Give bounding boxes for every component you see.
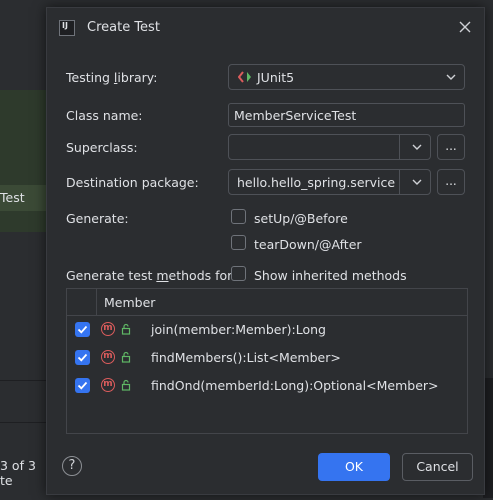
- method-name: join(member:Member):Long: [151, 322, 326, 337]
- ide-footer: 3 of 3 te: [0, 458, 46, 498]
- table-row[interactable]: m findMembers():List<Member>: [67, 344, 467, 372]
- member-column-header[interactable]: Member: [104, 295, 155, 310]
- testing-library-label: Testing library:: [66, 70, 158, 85]
- chevron-down-icon[interactable]: [412, 142, 422, 152]
- ide-divider: [0, 422, 46, 423]
- help-button[interactable]: ?: [62, 456, 82, 476]
- method-name: findMembers():List<Member>: [151, 350, 341, 365]
- table-header: Member: [67, 289, 467, 316]
- method-name: findOnd(memberId:Long):Optional<Member>: [151, 378, 439, 393]
- destination-package-label: Destination package:: [66, 175, 199, 190]
- testing-library-select[interactable]: JUnit5: [228, 64, 465, 90]
- public-access-icon: [121, 379, 131, 391]
- public-access-icon: [121, 323, 131, 335]
- teardown-checkbox[interactable]: [231, 235, 246, 250]
- chevron-down-icon: [446, 74, 456, 80]
- combo-separator: [399, 170, 400, 194]
- table-row[interactable]: m findOnd(memberId:Long):Optional<Member…: [67, 372, 467, 400]
- class-name-label: Class name:: [66, 108, 143, 123]
- method-checkbox-checked[interactable]: [75, 350, 90, 365]
- method-icon: m: [101, 378, 115, 392]
- superclass-combo[interactable]: [228, 134, 431, 160]
- column-separator: [96, 289, 97, 315]
- generate-methods-label: Generate test methods for:: [66, 268, 237, 283]
- ide-test-count: 3 of 3 te: [0, 458, 36, 488]
- destination-package-combo[interactable]: hello.hello_spring.service: [228, 169, 431, 195]
- method-checkbox-checked[interactable]: [75, 378, 90, 393]
- class-name-value: MemberServiceTest: [234, 108, 357, 123]
- chevron-down-icon[interactable]: [412, 177, 422, 187]
- generate-label: Generate:: [66, 211, 129, 226]
- ok-button[interactable]: OK: [318, 453, 390, 481]
- setup-checkbox-label: setUp/@Before: [254, 211, 348, 226]
- intellij-icon: [59, 20, 75, 36]
- ide-tree-row-label: Test: [0, 190, 25, 205]
- teardown-checkbox-label: tearDown/@After: [254, 237, 362, 252]
- testing-library-value: JUnit5: [257, 70, 295, 85]
- destination-package-value: hello.hello_spring.service: [237, 175, 396, 190]
- methods-table: Member m join(member:Member):Long m find…: [66, 288, 468, 434]
- destination-package-browse-button[interactable]: ...: [437, 169, 465, 195]
- superclass-label: Superclass:: [66, 140, 138, 155]
- close-icon[interactable]: [455, 17, 475, 37]
- method-icon: m: [101, 322, 115, 336]
- method-checkbox-checked[interactable]: [75, 322, 90, 337]
- dialog-title-bar[interactable]: Create Test: [47, 8, 484, 48]
- dialog-title: Create Test: [87, 20, 160, 35]
- public-access-icon: [121, 351, 131, 363]
- junit-icon: [237, 71, 252, 86]
- create-test-dialog: Create Test Testing library: JUnit5 Clas…: [46, 7, 485, 495]
- ide-tree-selected-row[interactable]: Test: [0, 185, 46, 211]
- method-icon: m: [101, 350, 115, 364]
- table-row[interactable]: m join(member:Member):Long: [67, 316, 467, 344]
- combo-separator: [399, 135, 400, 159]
- show-inherited-label: Show inherited methods: [254, 268, 407, 283]
- ide-project-panel: [0, 0, 46, 500]
- superclass-browse-button[interactable]: ...: [437, 134, 465, 160]
- show-inherited-checkbox[interactable]: [231, 266, 246, 281]
- cancel-button[interactable]: Cancel: [402, 453, 473, 481]
- class-name-field[interactable]: MemberServiceTest: [228, 103, 465, 127]
- setup-checkbox[interactable]: [231, 209, 246, 224]
- ide-divider: [0, 380, 46, 381]
